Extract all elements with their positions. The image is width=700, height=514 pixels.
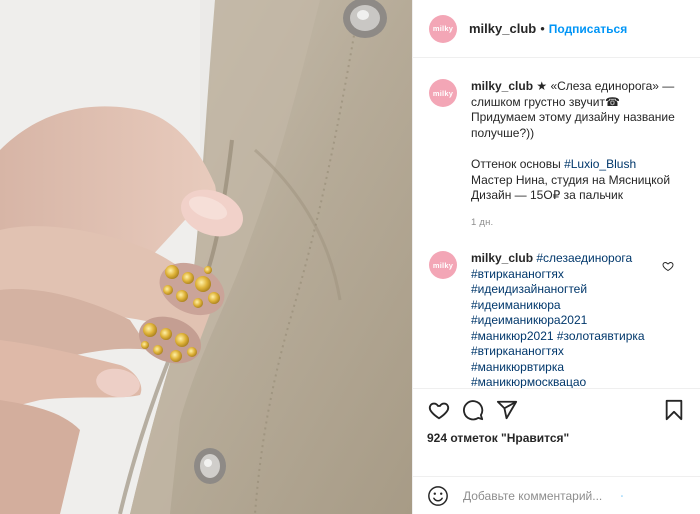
shade-line: Оттенок основы #Luxio_Blush: [471, 157, 681, 173]
comment: milky milky_club #слезаединорога #втирка…: [429, 230, 684, 388]
nail-design-photo: [0, 0, 412, 514]
comment-button[interactable]: [461, 398, 485, 422]
follow-button[interactable]: Подписаться: [549, 22, 627, 36]
caption-line: ★ «Слеза единорога» —: [536, 79, 675, 93]
caption-time[interactable]: 1 дн.: [471, 215, 681, 231]
caption: milky milky_club ★ «Слеза единорога» — с…: [429, 58, 684, 230]
caption-line: слишком грустно звучит☎: [471, 94, 620, 109]
paper-plane-icon: [496, 400, 518, 420]
master-line: Мастер Нина, студия на Мясницкой: [471, 172, 671, 187]
hashtag[interactable]: #идеиманикюра2021: [471, 313, 681, 329]
save-button[interactable]: [662, 398, 686, 422]
hashtag[interactable]: #маникюр2021 #золотаявтирка: [471, 329, 681, 345]
comment-avatar[interactable]: milky: [429, 251, 457, 279]
share-button[interactable]: [495, 398, 519, 422]
smiley-icon[interactable]: [427, 485, 449, 507]
hashtag[interactable]: #втиркананогтях: [471, 267, 681, 283]
price-line: Дизайн — 15O₽ за пальчик: [471, 188, 623, 202]
caption-body: milky_club ★ «Слеза единорога» — слишком…: [471, 79, 681, 230]
action-bar: 924 отметок "Нравится": [413, 388, 700, 476]
avatar[interactable]: milky: [429, 14, 457, 43]
post-photo[interactable]: [0, 0, 412, 514]
likes-count[interactable]: 924 отметок "Нравится": [427, 431, 686, 445]
add-comment-bar: Добавьте комментарий... ·: [413, 476, 700, 514]
comments-area[interactable]: milky milky_club ★ «Слеза единорога» — с…: [413, 58, 700, 388]
hashtag[interactable]: #маникюрмосквацао: [471, 375, 681, 388]
comment-username[interactable]: milky_club: [471, 251, 533, 265]
shade-prefix: Оттенок основы: [471, 157, 565, 171]
comment-body: milky_club #слезаединорога #втиркананогт…: [471, 251, 681, 388]
caption-avatar[interactable]: milky: [429, 79, 457, 107]
post-header: milky milky_club • Подписаться: [413, 0, 700, 58]
comment-input[interactable]: Добавьте комментарий...: [463, 489, 602, 503]
hashtag[interactable]: #идеиманикюра: [471, 298, 681, 314]
hashtag[interactable]: #идеидизайнаногтей: [471, 282, 681, 298]
hashtag[interactable]: #слезаединорога: [536, 251, 632, 265]
header-username[interactable]: milky_club: [469, 21, 536, 36]
action-icons: [427, 399, 686, 421]
caption-line: Придумаем этому дизайну название: [471, 110, 675, 124]
heart-icon: [428, 402, 450, 420]
hashtag[interactable]: #втиркананогтях: [471, 344, 681, 360]
shade-hashtag[interactable]: #Luxio_Blush: [564, 157, 636, 171]
post-panel: milky milky_club • Подписаться milky mil…: [412, 0, 700, 514]
hashtag[interactable]: #маникюрвтирка: [471, 360, 681, 376]
comment-icon: [463, 400, 484, 421]
caption-line: получше?)): [471, 125, 535, 140]
bookmark-icon: [665, 399, 683, 421]
caption-username[interactable]: milky_club: [471, 79, 533, 93]
like-button[interactable]: [427, 398, 451, 422]
separator-dot: •: [540, 21, 545, 36]
post-comment-button[interactable]: ·: [620, 489, 624, 503]
heart-icon[interactable]: [662, 260, 674, 272]
